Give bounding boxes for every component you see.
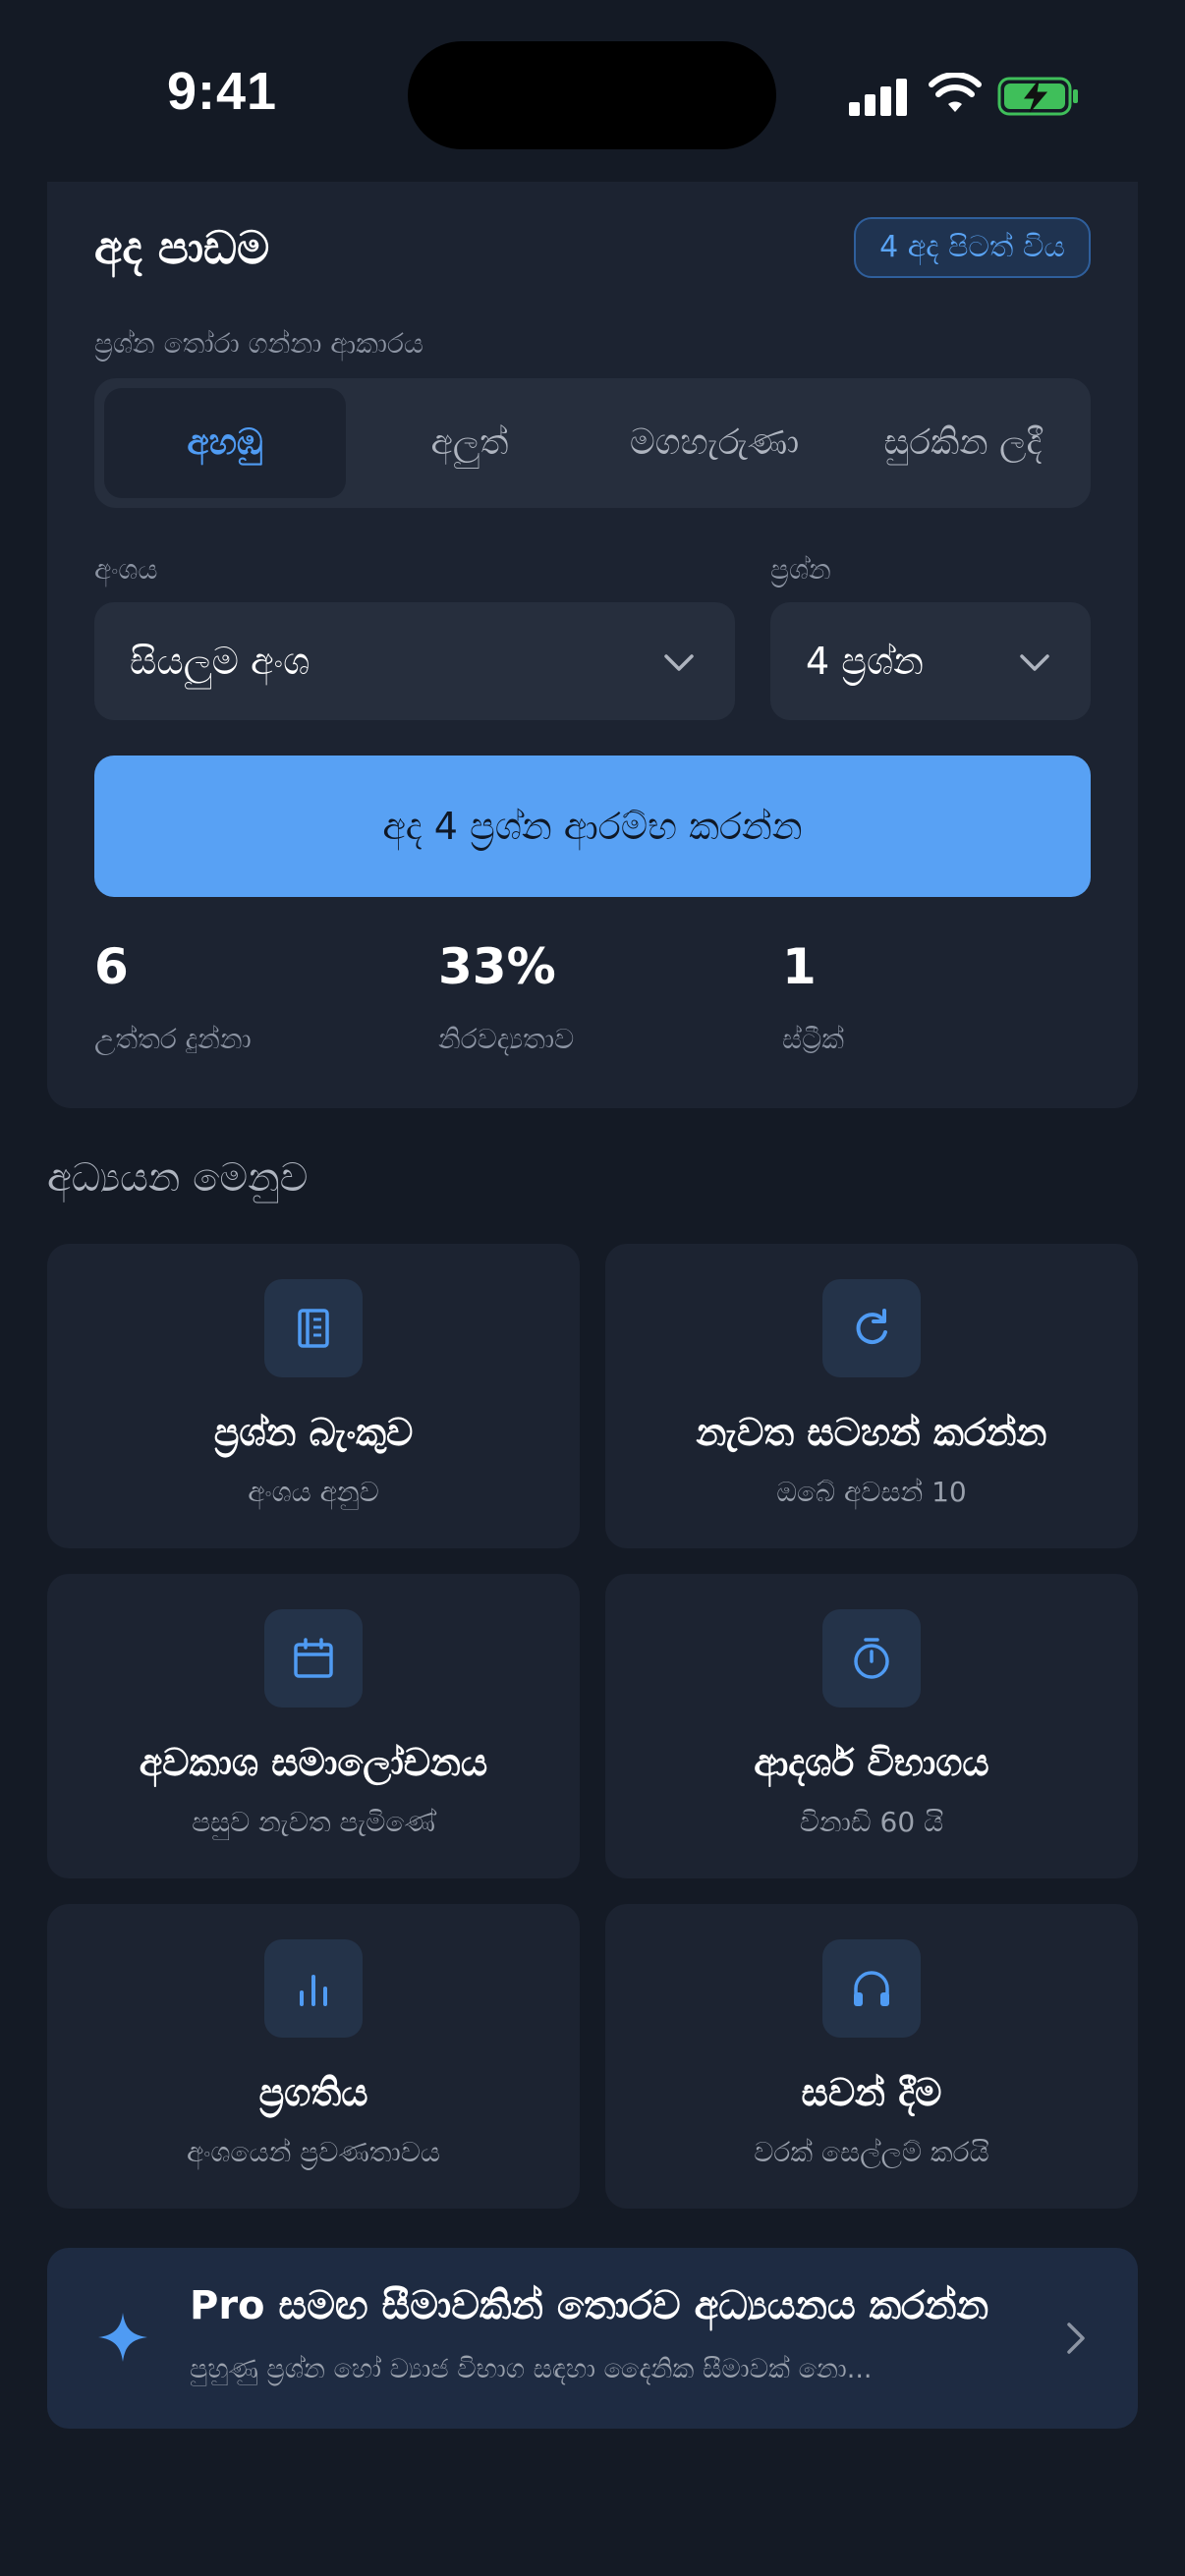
menu-card-listening[interactable]: සවන් දීම වරක් සෙල්ලම් කරයි: [605, 1904, 1138, 2209]
menu-card-mock-exam[interactable]: ආදර්ශ විභාගය විනාඩි 60 යි: [605, 1574, 1138, 1878]
status-bar: 9:41: [0, 0, 1185, 182]
count-label: ප්‍රශ්න: [770, 553, 831, 586]
menu-card-title: ආදර්ශ විභාගය: [754, 1741, 989, 1784]
menu-card-subtitle: විනාඩි 60 යි: [799, 1806, 944, 1838]
pro-banner-subtitle: පුහුණු ප්‍රශ්න හෝ ව්‍යාජ විභාග සඳහා දෛනි…: [190, 2354, 873, 2384]
mode-tab-missed[interactable]: මගහැරුණා: [593, 388, 835, 498]
book-icon: [298, 1309, 329, 1348]
today-title: අද පාඩම: [94, 221, 270, 274]
mode-tab-saved[interactable]: සුරකින ලදී: [845, 388, 1081, 498]
pro-upgrade-banner[interactable]: Pro සමඟ සීමාවකින් තොරව අධ්‍යයනය කරන්න පු…: [47, 2248, 1138, 2429]
question-count-value: 4 ප්‍රශ්න: [806, 640, 925, 683]
stat-answered-label: උත්තර දුන්නා: [94, 1023, 252, 1055]
calendar-icon: [294, 1638, 333, 1678]
menu-card-title: නැවත සටහන් කරන්න: [696, 1411, 1047, 1454]
today-badge: 4 අද පිටත් විය: [854, 217, 1091, 278]
menu-card-subtitle: අංශයෙන් ප්‍රවණතාවය: [187, 2136, 440, 2168]
cellular-signal-icon: [849, 77, 908, 116]
subject-select[interactable]: සියලුම අංශ: [94, 602, 735, 720]
menu-card-title: අවකාශ සමාලෝචනය: [139, 1741, 488, 1784]
stopwatch-icon: [854, 1638, 889, 1679]
menu-card-title: ප්‍රගතිය: [258, 2071, 368, 2114]
headphones-icon: [854, 1971, 889, 2006]
menu-card-progress[interactable]: ප්‍රගතිය අංශයෙන් ප්‍රවණතාවය: [47, 1904, 580, 2209]
wifi-icon: [929, 73, 982, 112]
refresh-icon: [856, 1309, 887, 1345]
menu-card-subtitle: ඔබේ අවසන් 10: [776, 1476, 967, 1508]
stat-accuracy-label: නිරවද්‍යතාව: [438, 1023, 575, 1055]
stat-streak-label: ස්ට්‍රීක්: [782, 1023, 845, 1055]
menu-card-spaced-review[interactable]: අවකාශ සමාලෝචනය පසුව නැවත පැමිණේ: [47, 1574, 580, 1878]
chevron-down-icon: [1020, 654, 1049, 671]
status-time: 9:41: [167, 62, 278, 121]
chevron-right-icon: [1067, 2323, 1085, 2354]
question-count-select[interactable]: 4 ප්‍රශ්න: [770, 602, 1091, 720]
question-mode-label: ප්‍රශ්න තෝරා ගන්නා ආකාරය: [94, 327, 424, 360]
pro-banner-title: Pro සමඟ සීමාවකින් තොරව අධ්‍යයනය කරන්න: [190, 2283, 989, 2328]
sparkle-icon: [98, 2313, 147, 2362]
today-lesson-card: අද පාඩම 4 අද පිටත් විය ප්‍රශ්න තෝරා ගන්න…: [47, 182, 1138, 1108]
mode-tab-random[interactable]: අහඹු: [104, 388, 346, 498]
menu-card-review-notes[interactable]: නැවත සටහන් කරන්න ඔබේ අවසන් 10: [605, 1244, 1138, 1548]
bar-chart-icon: [300, 1975, 327, 2006]
menu-card-question-bank[interactable]: ප්‍රශ්න බැංකුව අංශය අනුව: [47, 1244, 580, 1548]
subject-select-value: සියලුම අංශ: [130, 640, 310, 683]
battery-charging-icon: [997, 77, 1078, 116]
question-mode-segmented-control: අහඹු අලුත් මගහැරුණා සුරකින ලදී: [94, 378, 1091, 508]
chevron-down-icon: [664, 654, 694, 671]
start-today-button[interactable]: අද 4 ප්‍රශ්න ආරම්භ කරන්න: [94, 756, 1091, 897]
stat-streak-value: 1: [782, 938, 817, 995]
subject-label: අංශය: [94, 553, 158, 586]
mode-tab-new[interactable]: අලුත්: [356, 388, 584, 498]
menu-card-title: ප්‍රශ්න බැංකුව: [213, 1411, 414, 1454]
dynamic-island: [408, 41, 776, 149]
study-menu-title: අධ්‍යයන මෙනුව: [47, 1155, 309, 1201]
menu-card-title: සවන් දීම: [801, 2071, 942, 2114]
menu-card-subtitle: පසුව නැවත පැමිණේ: [192, 1806, 435, 1838]
stat-answered-value: 6: [94, 938, 129, 995]
menu-card-subtitle: වරක් සෙල්ලම් කරයි: [754, 2136, 989, 2168]
stat-accuracy-value: 33%: [438, 938, 556, 995]
menu-card-subtitle: අංශය අනුව: [248, 1476, 379, 1508]
